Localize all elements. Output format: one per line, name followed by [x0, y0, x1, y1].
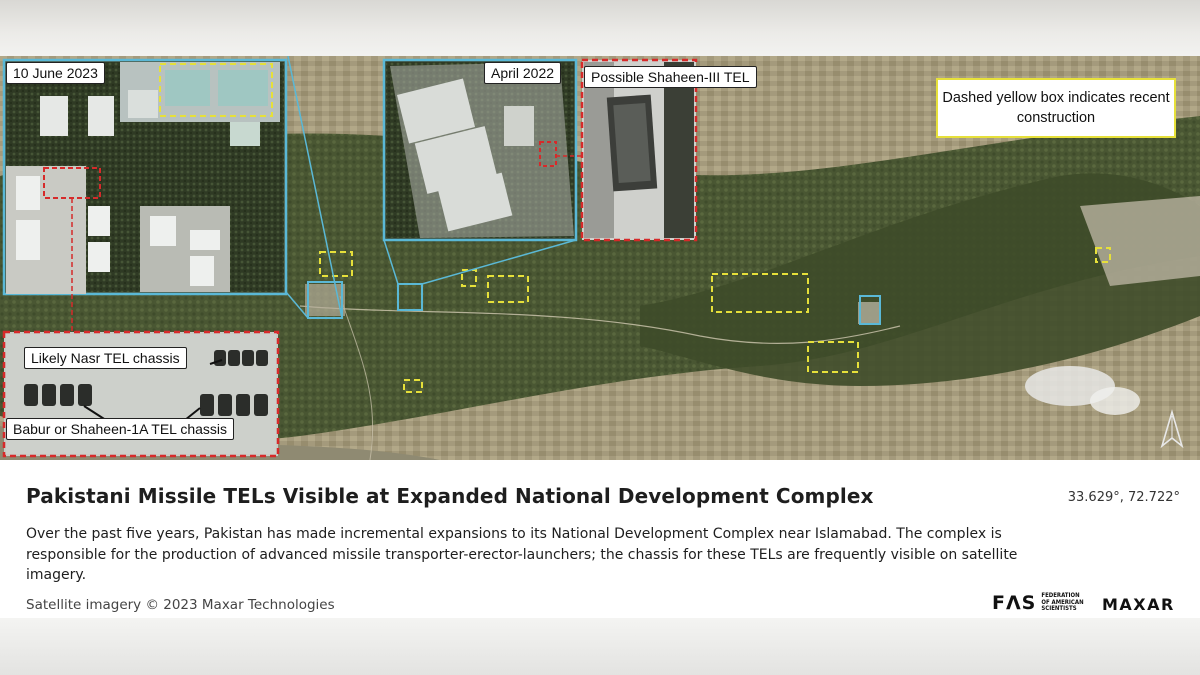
vehicle: [613, 102, 651, 184]
building-roof: [88, 96, 114, 136]
caption-body: Over the past five years, Pakistan has m…: [26, 526, 1018, 583]
fas-logo-text: Federation of American Scientists: [1041, 592, 1084, 613]
building-roof: [88, 206, 110, 236]
inset-june-2023: [2, 58, 288, 332]
building-roof: [16, 220, 40, 260]
bottom-background-band: [0, 618, 1200, 675]
caption-title: Pakistani Missile TELs Visible at Expand…: [26, 484, 874, 508]
building-roof: [88, 242, 110, 272]
shaheen-iii-label: Possible Shaheen-III TEL: [584, 66, 757, 88]
inset-date-label-april: April 2022: [484, 62, 562, 84]
building-roof: [218, 70, 268, 106]
babur-chassis-label: Babur or Shaheen-1A TEL chassis: [6, 418, 235, 440]
image-credit: Satellite imagery © 2023 Maxar Technolog…: [26, 597, 335, 613]
inset-date-label-june: 10 June 2023: [6, 62, 105, 84]
maxar-logo: MAXAR: [1102, 595, 1175, 614]
building-roof: [190, 256, 214, 286]
building-roof: [165, 70, 210, 106]
building-roof: [128, 90, 158, 118]
inset-april-2022: [382, 58, 582, 242]
fas-logo: FΛS Federation of American Scientists: [992, 592, 1087, 614]
fas-logo-mark: FΛS: [992, 592, 1037, 614]
building-roof: [40, 96, 68, 136]
building-roof: [504, 106, 534, 146]
nasr-chassis-label: Likely Nasr TEL chassis: [24, 347, 187, 369]
building-roof: [230, 122, 260, 146]
cloud: [1090, 387, 1140, 415]
facility-cluster: [858, 302, 880, 324]
coordinates: 33.629°, 72.722°: [1067, 490, 1180, 505]
building-roof: [16, 176, 40, 210]
legend-note: Dashed yellow box indicates recent const…: [936, 78, 1176, 138]
building-roof: [150, 216, 176, 246]
top-background-band: [0, 0, 1200, 56]
building-roof: [190, 230, 220, 250]
